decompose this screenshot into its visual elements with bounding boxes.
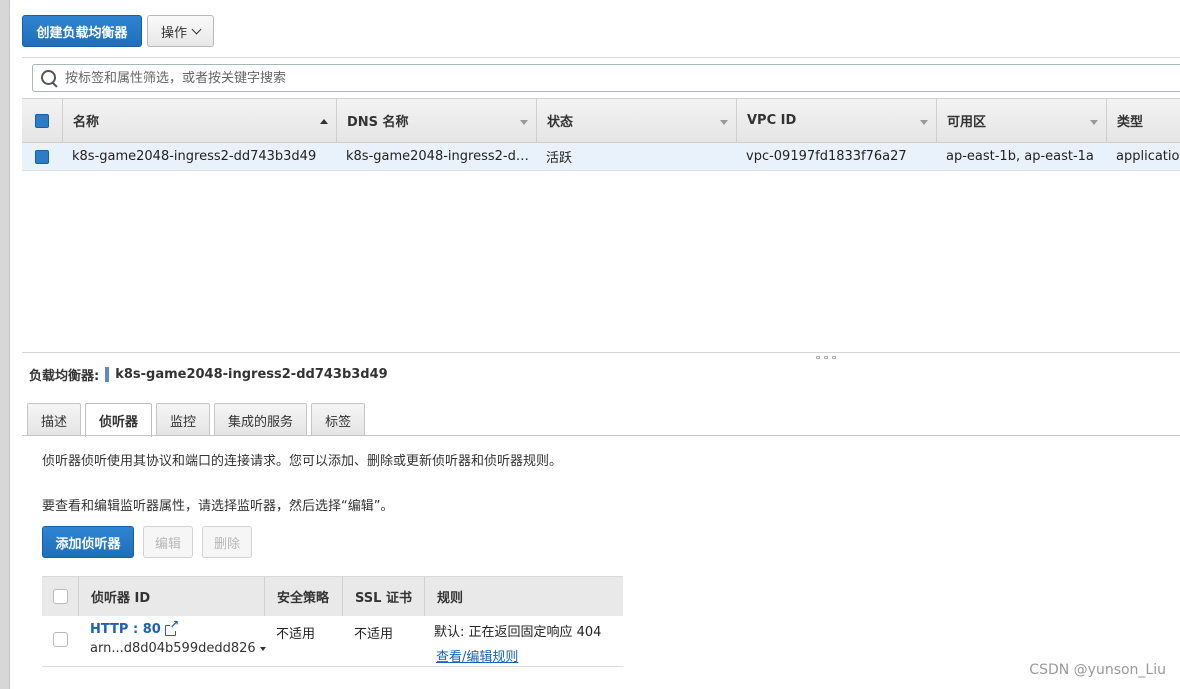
delete-button[interactable]: 删除: [202, 526, 252, 558]
tab-integrated-services[interactable]: 集成的服务: [214, 403, 308, 436]
listener-arn-text: arn...d8d04b599dedd826: [90, 641, 256, 656]
create-load-balancer-button[interactable]: 创建负载均衡器: [22, 15, 142, 47]
tab-listeners[interactable]: 侦听器: [85, 403, 153, 437]
column-type-label: 类型: [1117, 115, 1144, 130]
sort-icon: [1090, 120, 1098, 125]
column-header-type[interactable]: 类型: [1106, 99, 1180, 142]
chevron-down-icon: [191, 24, 202, 34]
cell-state: 活跃: [546, 151, 573, 166]
watermark: CSDN @yunson_Liu: [1029, 662, 1166, 678]
default-rule-text: 默认: 正在返回固定响应 404: [434, 625, 602, 640]
selected-load-balancer-label: 负载均衡器: k8s-game2048-ingress2-dd743b3d49: [29, 365, 388, 384]
column-header-name[interactable]: 名称: [62, 99, 336, 142]
cell-rules: 默认: 正在返回固定响应 404 查看/编辑规则: [424, 616, 623, 666]
cell-security-policy: 不适用: [276, 627, 316, 642]
table-empty-area: [22, 170, 1180, 353]
details-tabs: 描述 侦听器 监控 集成的服务 标签: [27, 403, 366, 437]
column-state-label: 状态: [547, 115, 574, 130]
column-header-ssl-cert: SSL 证书: [342, 577, 424, 616]
select-all-checkbox[interactable]: [35, 113, 49, 128]
cell-type: application: [1116, 149, 1180, 164]
tabs-divider: [22, 435, 1180, 436]
column-az-label: 可用区: [947, 115, 987, 130]
listener-select-all-checkbox[interactable]: [52, 589, 68, 604]
cell-dns: k8s-game2048-ingress2-dd7…: [346, 149, 536, 164]
column-header-dns[interactable]: DNS 名称: [336, 99, 536, 142]
listener-row-checkbox[interactable]: [52, 632, 68, 647]
actions-dropdown-button[interactable]: 操作: [147, 15, 214, 47]
column-header-rules: 规则: [424, 577, 623, 616]
listener-row-select-cell: [42, 616, 78, 666]
select-all-cell: [22, 99, 62, 142]
panel-resize-handle[interactable]: [816, 356, 836, 359]
search-input[interactable]: [63, 69, 963, 87]
row-checkbox[interactable]: [35, 149, 49, 164]
details-label: 负载均衡器:: [29, 369, 100, 384]
column-dns-label: DNS 名称: [347, 115, 409, 130]
selected-lb-name: k8s-game2048-ingress2-dd743b3d49: [115, 367, 388, 382]
listener-id-link[interactable]: HTTP : 80: [90, 619, 264, 637]
table-header: 名称 DNS 名称 状态 VPC ID 可用区 类型: [22, 98, 1180, 143]
column-header-listener-id: 侦听器 ID: [78, 577, 264, 616]
tab-tags[interactable]: 标签: [311, 403, 366, 436]
table-row[interactable]: k8s-game2048-ingress2-dd743b3d49 k8s-gam…: [22, 143, 1180, 171]
row-select-cell: [22, 149, 62, 164]
listener-select-all-cell: [42, 577, 78, 616]
listener-edit-hint: 要查看和编辑监听器属性，请选择监听器，然后选择“编辑”。: [42, 499, 394, 514]
sort-ascending-icon: [320, 119, 328, 124]
column-name-label: 名称: [73, 115, 100, 130]
tab-description[interactable]: 描述: [27, 403, 82, 436]
column-header-security-policy: 安全策略: [264, 577, 342, 616]
column-header-vpc[interactable]: VPC ID: [736, 99, 936, 142]
load-balancer-table: 名称 DNS 名称 状态 VPC ID 可用区 类型 k8s-game2048-…: [22, 98, 1180, 171]
column-header-az[interactable]: 可用区: [936, 99, 1106, 142]
cell-vpc: vpc-09197fd1833f76a27: [746, 149, 907, 164]
search-icon: [39, 68, 59, 88]
cell-ssl-cert: 不适用: [354, 627, 394, 642]
sort-icon: [720, 120, 728, 125]
external-link-icon: [164, 619, 180, 636]
view-edit-rules-link[interactable]: 查看/编辑规则: [436, 646, 518, 665]
column-vpc-label: VPC ID: [747, 113, 797, 128]
sort-icon: [920, 120, 928, 125]
search-bar[interactable]: [32, 64, 1180, 92]
listener-arn-dropdown[interactable]: arn...d8d04b599dedd826: [90, 641, 266, 656]
cell-name: k8s-game2048-ingress2-dd743b3d49: [72, 149, 317, 164]
tab-monitoring[interactable]: 监控: [156, 403, 211, 436]
column-header-state[interactable]: 状态: [536, 99, 736, 142]
listener-table: 侦听器 ID 安全策略 SSL 证书 规则 HTTP : 80 arn...d8…: [42, 576, 623, 667]
toolbar-divider: [22, 57, 1180, 58]
left-scrollbar[interactable]: [0, 0, 10, 689]
listener-description: 侦听器侦听使用其协议和端口的连接请求。您可以添加、删除或更新侦听器和侦听器规则。: [42, 454, 563, 469]
sort-icon: [520, 120, 528, 125]
cell-az: ap-east-1b, ap-east-1a: [946, 149, 1094, 164]
table-row[interactable]: HTTP : 80 arn...d8d04b599dedd826 不适用 不适用…: [42, 616, 623, 667]
edit-button[interactable]: 编辑: [143, 526, 193, 558]
actions-label: 操作: [160, 25, 187, 41]
selection-marker: [105, 367, 110, 382]
add-listener-button[interactable]: 添加侦听器: [42, 526, 134, 558]
cell-listener-id: HTTP : 80 arn...d8d04b599dedd826: [78, 616, 266, 666]
listener-id-text: HTTP : 80: [90, 622, 161, 637]
listener-table-header: 侦听器 ID 安全策略 SSL 证书 规则: [42, 576, 623, 616]
